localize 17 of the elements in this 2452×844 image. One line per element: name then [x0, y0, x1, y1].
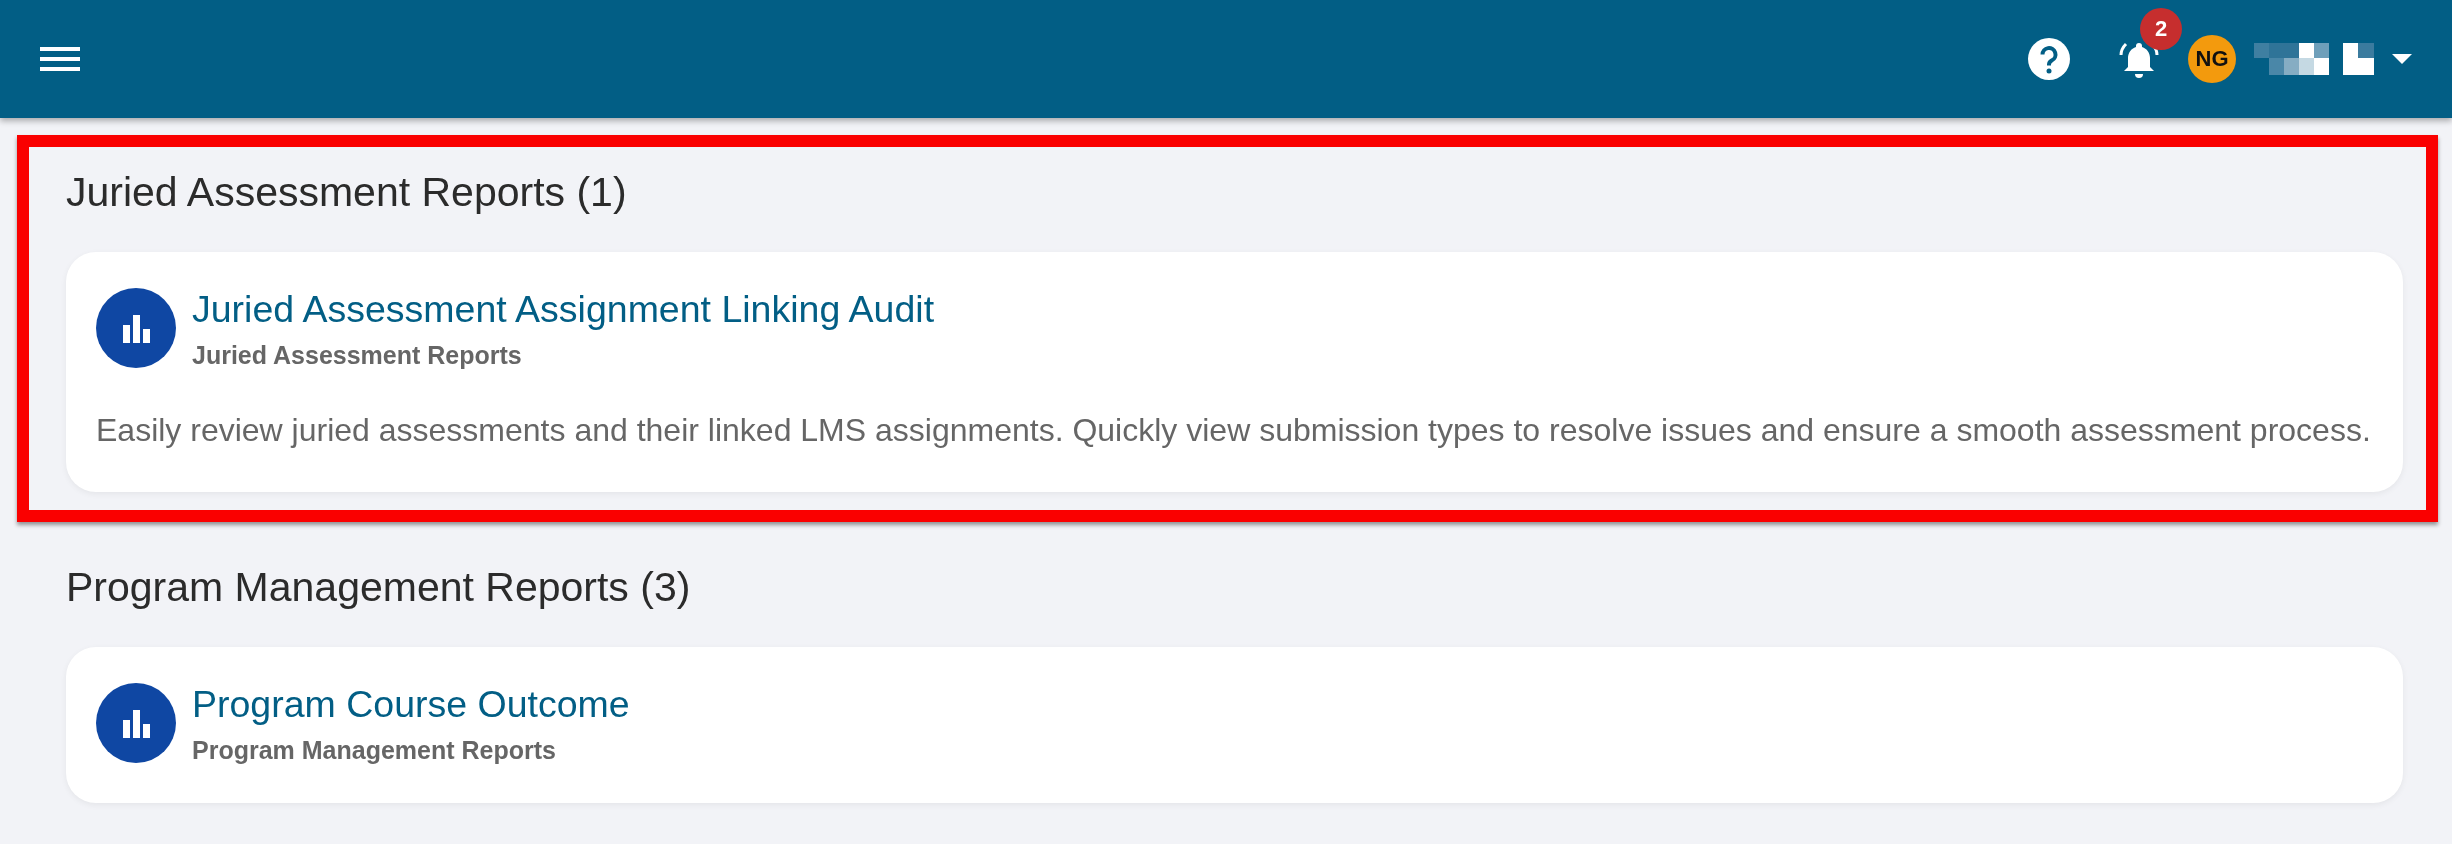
- bar-chart-icon: [96, 683, 176, 763]
- report-title-link[interactable]: Program Course Outcome: [192, 683, 630, 726]
- bar-chart-icon: [96, 288, 176, 368]
- account-dropdown-button[interactable]: [2392, 54, 2412, 64]
- notification-badge: 2: [2140, 8, 2182, 50]
- section-heading: Program Management Reports (3): [65, 563, 692, 612]
- menu-icon: [40, 44, 80, 74]
- section-heading: Juried Assessment Reports (1): [65, 168, 628, 217]
- report-category: Program Management Reports: [192, 736, 557, 765]
- menu-button[interactable]: [40, 44, 80, 74]
- caret-icon: [2392, 54, 2412, 64]
- help-button[interactable]: [2028, 38, 2070, 80]
- user-avatar[interactable]: NG: [2188, 35, 2236, 83]
- help-icon: [2028, 38, 2070, 80]
- report-category: Juried Assessment Reports: [192, 341, 523, 370]
- report-description: Easily review juried assessments and their linked LMS assignments. Quickly view submission types to resolve issues and ensure a smooth assessment process.: [96, 411, 2372, 450]
- report-title-link[interactable]: Juried Assessment Assignment Linking Audit: [192, 288, 935, 331]
